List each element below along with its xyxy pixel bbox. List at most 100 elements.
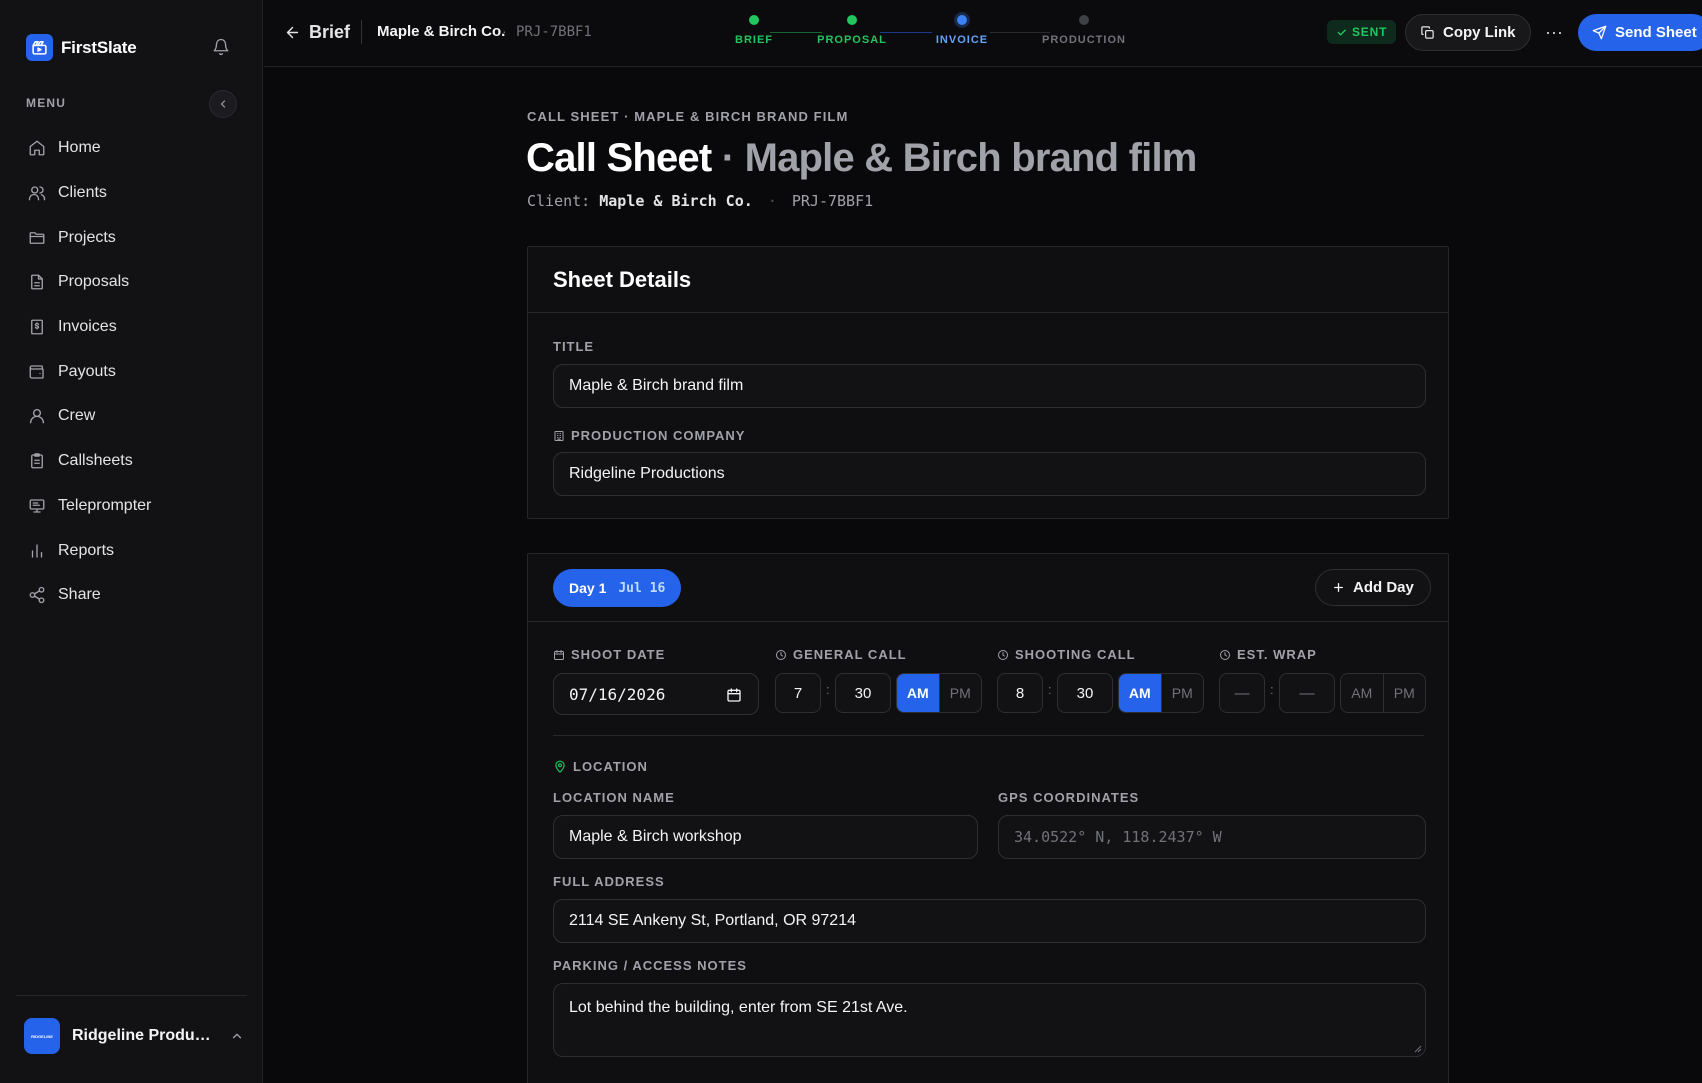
invoice-icon <box>31 319 43 335</box>
sidebar-item-teleprompter[interactable]: Teleprompter <box>16 484 247 529</box>
calendar-picker-icon[interactable] <box>726 687 742 703</box>
step-invoice[interactable]: INVOICE <box>922 12 1002 46</box>
general-call-label: GENERAL CALL <box>775 647 907 662</box>
copy-link-button[interactable]: Copy Link <box>1405 14 1531 51</box>
time-colon: : <box>1048 682 1052 697</box>
full-address-label: FULL ADDRESS <box>553 874 665 889</box>
general-call-label-text: GENERAL CALL <box>793 647 907 662</box>
sidebar-item-reports[interactable]: Reports <box>16 528 247 573</box>
step-dot <box>1079 15 1089 25</box>
more-icon: ··· <box>1545 21 1563 42</box>
step-label: INVOICE <box>935 34 989 46</box>
am-option[interactable]: AM <box>1341 674 1383 712</box>
sidebar-item-home[interactable]: Home <box>16 126 247 171</box>
monitor-icon <box>29 499 45 513</box>
user-icon <box>29 409 45 424</box>
sidebar-item-projects[interactable]: Projects <box>16 215 247 260</box>
est-wrap-hour-input[interactable]: — <box>1219 673 1265 713</box>
general-call-minute-input[interactable]: 30 <box>835 673 891 713</box>
parking-notes-textarea[interactable]: Lot behind the building, enter from SE 2… <box>553 983 1426 1057</box>
resize-handle-icon[interactable] <box>1414 1045 1422 1053</box>
time-colon: : <box>1270 682 1274 697</box>
full-address-value: 2114 SE Ankeny St, Portland, OR 97214 <box>569 912 856 929</box>
general-call-hour-input[interactable]: 7 <box>775 673 821 713</box>
parking-notes-value: Lot behind the building, enter from SE 2… <box>569 999 908 1016</box>
sidebar-item-proposals[interactable]: Proposals <box>16 260 247 305</box>
add-day-label: Add Day <box>1353 579 1414 596</box>
sidebar-item-label: Projects <box>58 228 116 246</box>
title-input-value: Maple & Birch brand film <box>569 377 744 394</box>
full-address-input[interactable]: 2114 SE Ankeny St, Portland, OR 97214 <box>553 899 1426 943</box>
sidebar-item-crew[interactable]: Crew <box>16 394 247 439</box>
home-icon <box>29 140 45 156</box>
sidebar-item-share[interactable]: Share <box>16 573 247 618</box>
bell-icon[interactable] <box>212 38 232 58</box>
users-icon <box>28 186 46 201</box>
pm-option[interactable]: PM <box>938 674 982 712</box>
subtitle-separator: · <box>767 192 777 210</box>
sidebar-item-label: Callsheets <box>58 452 133 470</box>
send-sheet-button[interactable]: Send Sheet <box>1578 14 1702 51</box>
sidebar-item-label: Home <box>58 139 101 157</box>
account-switcher[interactable]: RIDGELINE Ridgeline Productions <box>24 1018 244 1054</box>
parking-notes-label-text: PARKING / ACCESS NOTES <box>553 958 747 973</box>
shooting-call-label-text: SHOOTING CALL <box>1015 647 1136 662</box>
title-input[interactable]: Maple & Birch brand film <box>553 364 1426 408</box>
production-company-input[interactable]: Ridgeline Productions <box>553 452 1426 496</box>
breadcrumb-separator: · <box>502 23 507 39</box>
day-tab-date: Jul 16 <box>618 580 666 596</box>
step-dot <box>957 15 967 25</box>
brand-name: FirstSlate <box>61 37 137 57</box>
day-tab-label: Day 1 <box>569 580 607 596</box>
shooting-call-hour-input[interactable]: 8 <box>997 673 1043 713</box>
time-colon: : <box>826 682 830 697</box>
step-production[interactable]: PRODUCTION <box>1034 12 1134 46</box>
send-sheet-label: Send Sheet <box>1615 24 1697 41</box>
step-brief[interactable]: BRIEF <box>734 12 774 46</box>
step-dot <box>847 15 857 25</box>
more-options-button[interactable]: ··· <box>1542 20 1566 44</box>
clock-icon <box>776 649 786 660</box>
status-badge: SENT <box>1327 20 1397 44</box>
back-label: Brief <box>309 22 351 42</box>
pm-option[interactable]: PM <box>1160 674 1204 712</box>
est-wrap-minute-input[interactable]: — <box>1279 673 1335 713</box>
am-option[interactable]: AM <box>1119 674 1161 712</box>
sidebar-item-label: Crew <box>58 407 96 425</box>
location-name-label-text: LOCATION NAME <box>553 790 675 805</box>
shoot-date-value: 07/16/2026 <box>569 684 666 704</box>
divider <box>528 621 1448 622</box>
shoot-date-input[interactable]: 07/16/2026 <box>553 673 759 715</box>
gps-coordinates-input[interactable]: 34.0522° N, 118.2437° W <box>998 815 1426 859</box>
day-tab-1[interactable]: Day 1 Jul 16 <box>553 569 682 607</box>
sidebar-item-payouts[interactable]: Payouts <box>16 349 247 394</box>
sidebar-item-invoices[interactable]: Invoices <box>16 305 247 350</box>
shooting-call-minute-input[interactable]: 30 <box>1057 673 1113 713</box>
shoot-date-label: SHOOT DATE <box>553 647 665 662</box>
location-name-input[interactable]: Maple & Birch workshop <box>553 815 978 859</box>
sidebar-divider <box>16 995 247 996</box>
sidebar-item-clients[interactable]: Clients <box>16 171 247 216</box>
pm-option[interactable]: PM <box>1382 674 1426 712</box>
clipboard-icon <box>31 453 43 469</box>
gps-coordinates-label-text: GPS COORDINATES <box>998 790 1140 805</box>
sidebar-item-label: Share <box>58 586 101 604</box>
clapperboard-logo-icon <box>26 34 53 61</box>
collapse-sidebar-button[interactable] <box>209 90 237 118</box>
add-day-button[interactable]: Add Day <box>1315 569 1431 606</box>
step-proposal[interactable]: PROPOSAL <box>812 12 892 46</box>
bar-chart-icon <box>31 543 43 558</box>
check-icon <box>1337 29 1346 35</box>
title-label-text: TITLE <box>553 339 595 354</box>
sidebar-item-callsheets[interactable]: Callsheets <box>16 439 247 484</box>
back-button[interactable]: Brief <box>284 22 350 43</box>
location-name-label: LOCATION NAME <box>553 790 675 805</box>
account-name: Ridgeline Productions <box>72 1027 212 1044</box>
document-icon <box>31 274 43 290</box>
calendar-icon <box>554 649 564 660</box>
sidebar-item-label: Clients <box>58 184 107 202</box>
am-option[interactable]: AM <box>897 674 939 712</box>
brand[interactable]: FirstSlate <box>26 34 137 61</box>
step-label: PRODUCTION <box>1042 34 1126 46</box>
breadcrumb-project-code: PRJ-7BBF1 <box>516 24 592 40</box>
